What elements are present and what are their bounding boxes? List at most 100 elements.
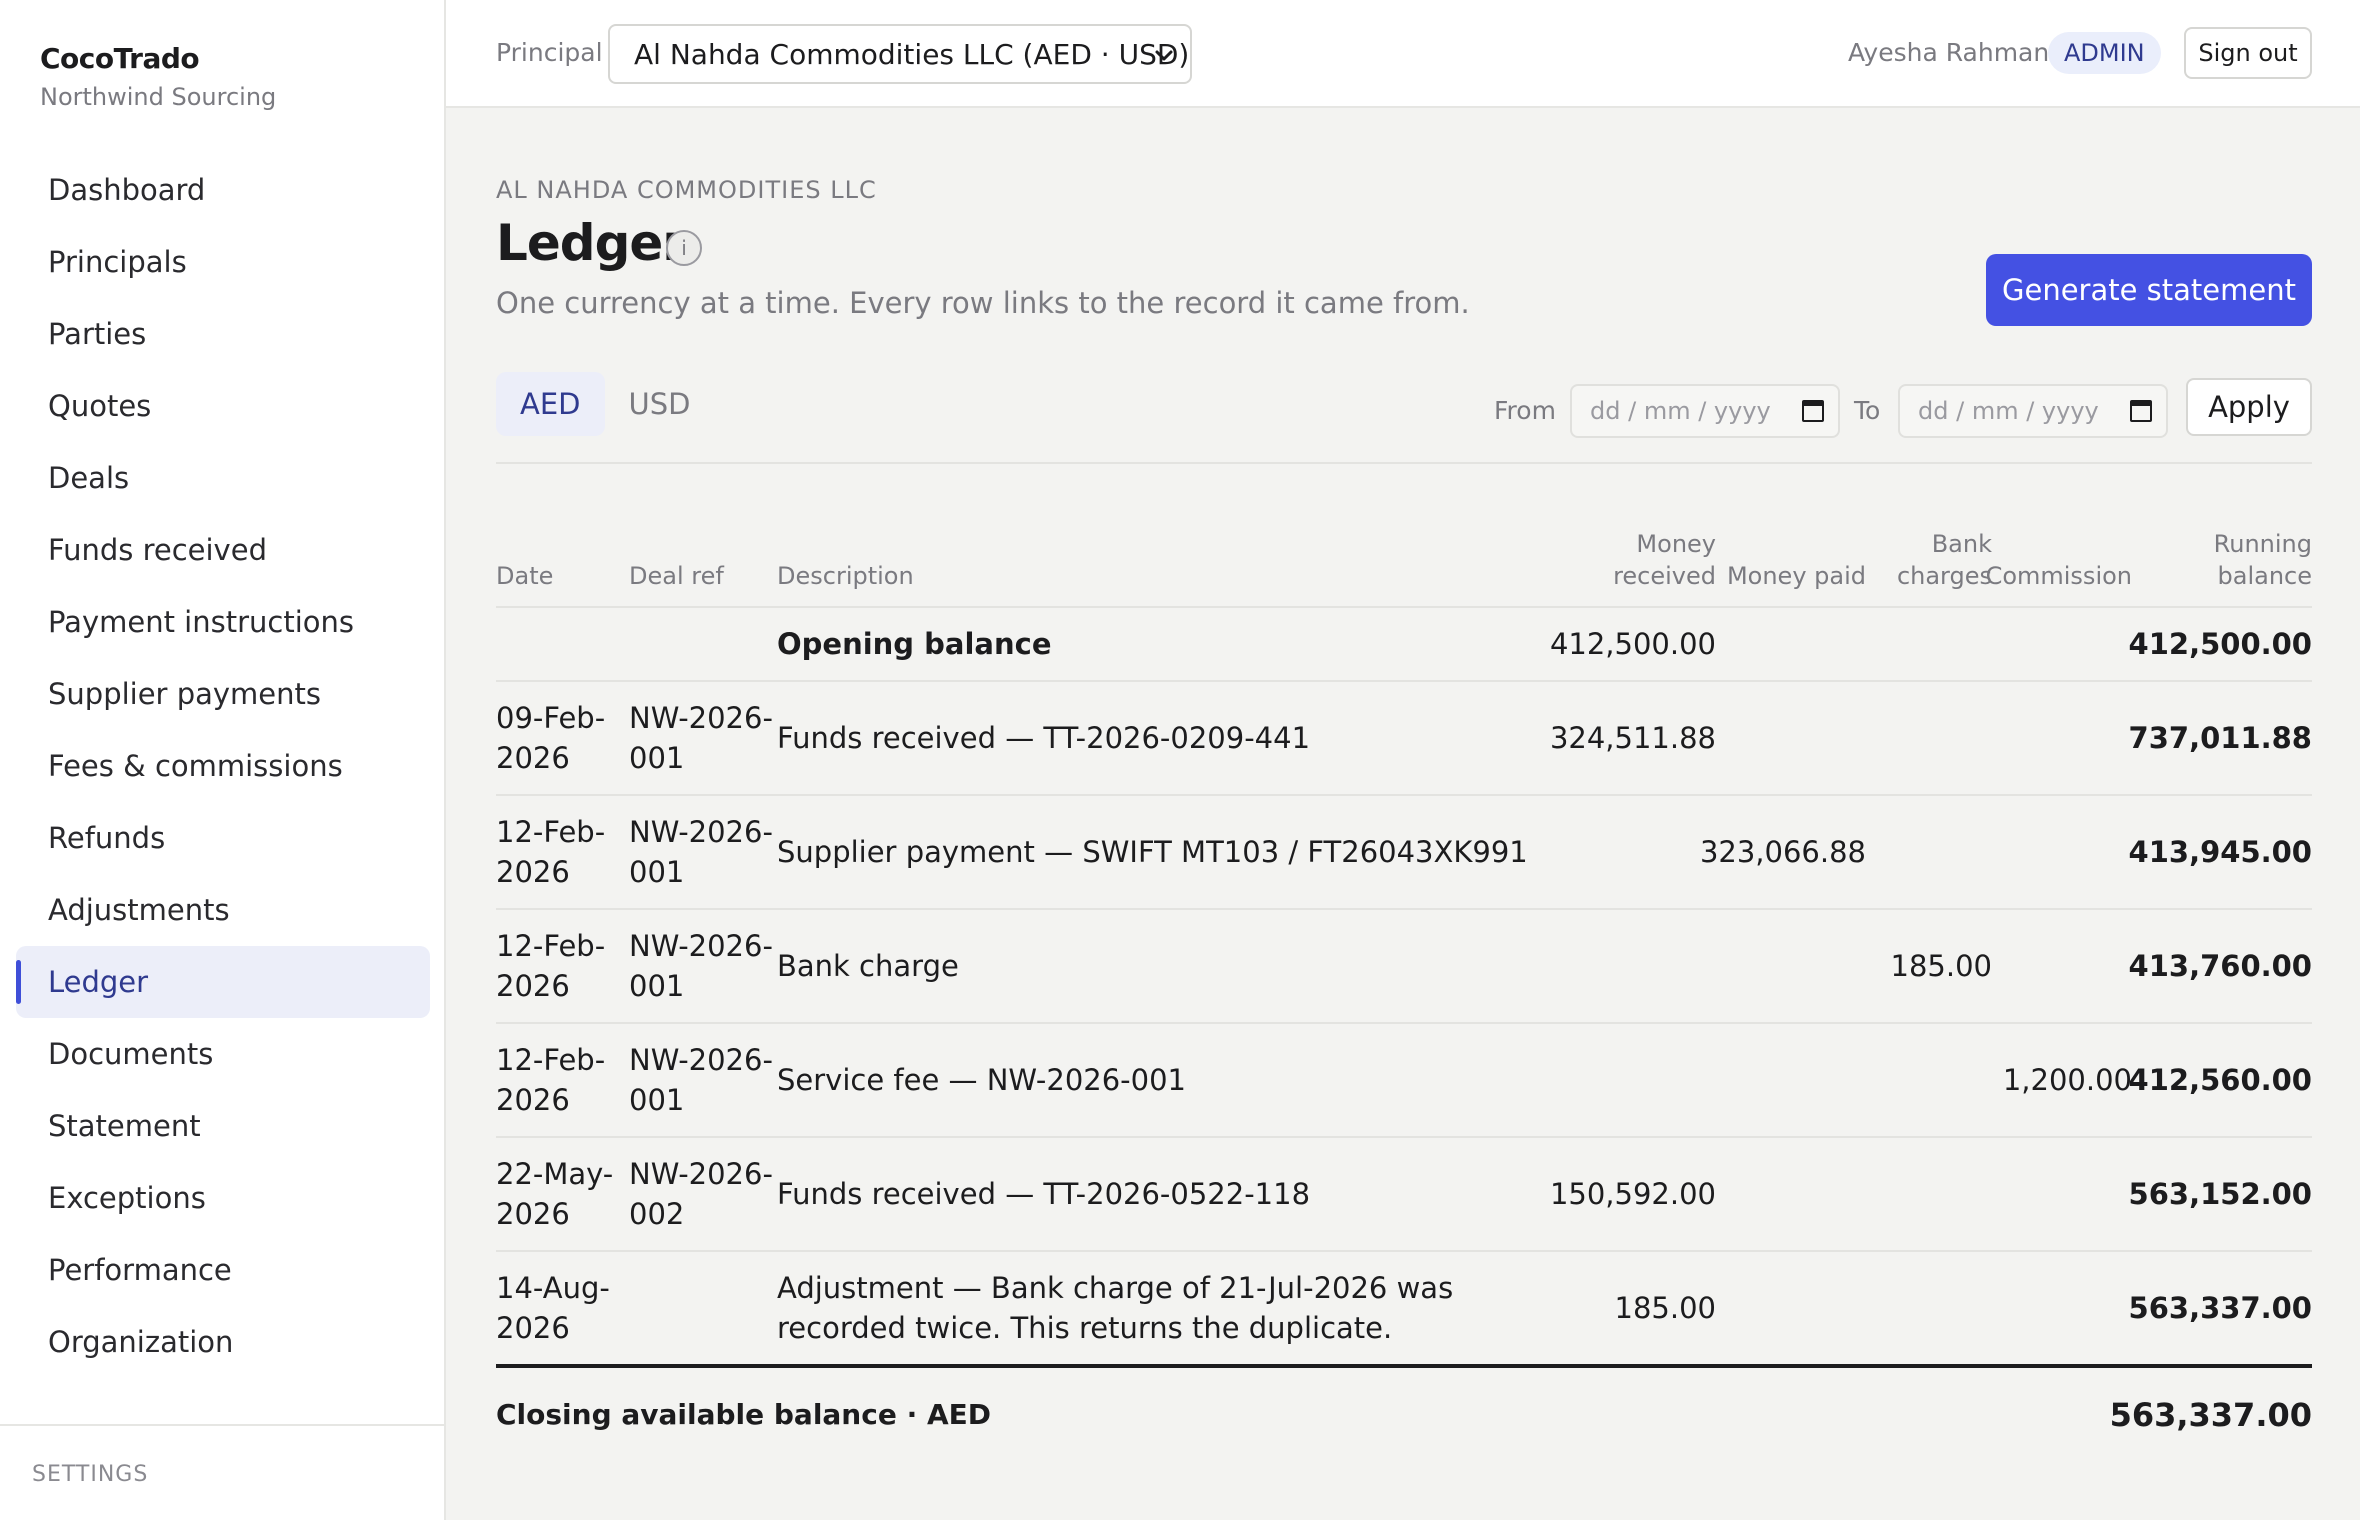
cell-description: Supplier payment — SWIFT MT103 / FT26043… — [777, 835, 1528, 869]
topbar: Principal Al Nahda Commodities LLC (AED … — [446, 0, 2360, 108]
cell-running-balance: 737,011.88 — [2128, 721, 2312, 755]
cell-date: 12-Feb-2026 — [496, 929, 606, 1003]
cell-running-balance: 563,337.00 — [2128, 1291, 2312, 1325]
sidebar-item-funds-received[interactable]: Funds received — [16, 514, 430, 586]
sidebar-item-documents[interactable]: Documents — [16, 1018, 430, 1090]
cell-description: Funds received — TT-2026-0522-118 — [777, 1177, 1311, 1211]
apply-button[interactable]: Apply — [2186, 378, 2312, 436]
filter-divider — [496, 462, 2312, 464]
table-row[interactable]: 22-May-2026 NW-2026-002 Funds received —… — [496, 1138, 2312, 1252]
cell-description: Opening balance — [777, 627, 1052, 661]
sidebar-item-statement[interactable]: Statement — [16, 1090, 430, 1162]
principal-selected-value: Al Nahda Commodities LLC (AED · USD) — [634, 37, 1190, 71]
sidebar: CocoTrado Northwind Sourcing Dashboard P… — [0, 0, 446, 1520]
cell-money-received: 150,592.00 — [1549, 1177, 1716, 1211]
principal-label: Principal — [496, 38, 603, 67]
cell-date: 22-May-2026 — [496, 1157, 614, 1231]
to-label: To — [1854, 396, 1881, 425]
cell-deal-ref: NW-2026-001 — [629, 701, 773, 775]
user-name: Ayesha Rahman — [1848, 38, 2050, 67]
cell-running-balance: 413,945.00 — [2128, 835, 2312, 869]
generate-statement-button[interactable]: Generate statement — [1986, 254, 2312, 326]
sidebar-item-organization[interactable]: Organization — [16, 1306, 430, 1378]
cell-description: Adjustment — Bank charge of 21-Jul-2026 … — [777, 1271, 1454, 1345]
column-header-money-paid: Money paid — [1726, 562, 1866, 590]
sidebar-item-parties[interactable]: Parties — [16, 298, 430, 370]
table-row[interactable]: 12-Feb-2026 NW-2026-001 Supplier payment… — [496, 796, 2312, 910]
column-header-bank-charges: Bank charges — [1896, 530, 1992, 590]
cell-running-balance: 563,152.00 — [2128, 1177, 2312, 1211]
sidebar-item-adjustments[interactable]: Adjustments — [16, 874, 430, 946]
sidebar-item-supplier-payments[interactable]: Supplier payments — [16, 658, 430, 730]
cell-date: 09-Feb-2026 — [496, 701, 606, 775]
info-icon[interactable]: i — [666, 230, 702, 266]
table-header: Date Deal ref Description Money received… — [496, 520, 2312, 608]
sidebar-item-dashboard[interactable]: Dashboard — [16, 154, 430, 226]
ledger-table: Date Deal ref Description Money received… — [496, 520, 2312, 1464]
sidebar-item-exceptions[interactable]: Exceptions — [16, 1162, 430, 1234]
table-row[interactable]: 12-Feb-2026 NW-2026-001 Bank charge 185.… — [496, 910, 2312, 1024]
cell-running-balance: 413,760.00 — [2128, 949, 2312, 983]
cell-money-received: 412,500.00 — [1549, 627, 1716, 661]
sign-out-button[interactable]: Sign out — [2184, 27, 2312, 79]
cell-date: 12-Feb-2026 — [496, 815, 606, 889]
from-date-placeholder: dd / mm / yyyy — [1590, 397, 1771, 425]
brand-subtitle: Northwind Sourcing — [40, 83, 277, 111]
calendar-icon[interactable] — [2130, 400, 2152, 422]
settings-section-label: SETTINGS — [32, 1462, 149, 1487]
column-header-commission: Commission — [1985, 562, 2132, 590]
sidebar-item-ledger[interactable]: Ledger — [16, 946, 430, 1018]
tab-aed[interactable]: AED — [496, 372, 605, 436]
cell-date: 14-Aug-2026 — [496, 1271, 610, 1345]
cell-running-balance: 412,500.00 — [2128, 627, 2312, 661]
table-row[interactable]: 09-Feb-2026 NW-2026-001 Funds received —… — [496, 682, 2312, 796]
principal-select[interactable]: Al Nahda Commodities LLC (AED · USD) — [608, 24, 1192, 84]
table-row[interactable]: 14-Aug-2026 Adjustment — Bank charge of … — [496, 1252, 2312, 1364]
page-title: Ledger — [496, 214, 687, 272]
sidebar-nav: Dashboard Principals Parties Quotes Deal… — [16, 154, 430, 1378]
chevron-down-icon — [1154, 38, 1174, 80]
to-date-input[interactable]: dd / mm / yyyy — [1898, 384, 2168, 438]
cell-commission: 1,200.00 — [2002, 1063, 2132, 1097]
cell-description: Funds received — TT-2026-0209-441 — [777, 721, 1311, 755]
sidebar-item-fees-commissions[interactable]: Fees & commissions — [16, 730, 430, 802]
from-label: From — [1494, 396, 1556, 425]
cell-money-paid: 323,066.88 — [1699, 835, 1866, 869]
role-badge: ADMIN — [2048, 32, 2161, 74]
column-header-date: Date — [496, 562, 554, 590]
sidebar-item-performance[interactable]: Performance — [16, 1234, 430, 1306]
cell-money-received: 324,511.88 — [1549, 721, 1716, 755]
cell-bank-charges: 185.00 — [1890, 949, 1992, 983]
cell-date: 12-Feb-2026 — [496, 1043, 606, 1117]
cell-deal-ref: NW-2026-002 — [629, 1157, 773, 1231]
table-row[interactable]: 12-Feb-2026 NW-2026-001 Service fee — NW… — [496, 1024, 2312, 1138]
column-header-running-balance: Running balance — [2213, 530, 2312, 590]
calendar-icon[interactable] — [1802, 400, 1824, 422]
tab-usd[interactable]: USD — [605, 372, 715, 436]
sidebar-item-quotes[interactable]: Quotes — [16, 370, 430, 442]
sidebar-item-refunds[interactable]: Refunds — [16, 802, 430, 874]
cell-deal-ref: NW-2026-001 — [629, 815, 773, 889]
table-row[interactable]: Opening balance 412,500.00 412,500.00 — [496, 608, 2312, 682]
cell-money-received: 185.00 — [1614, 1291, 1716, 1325]
sidebar-divider — [0, 1424, 446, 1426]
cell-deal-ref: NW-2026-001 — [629, 1043, 773, 1117]
to-date-placeholder: dd / mm / yyyy — [1918, 397, 2099, 425]
currency-tabs: AED USD — [496, 372, 714, 436]
cell-description: Bank charge — [777, 949, 959, 983]
from-date-input[interactable]: dd / mm / yyyy — [1570, 384, 1840, 438]
sidebar-item-payment-instructions[interactable]: Payment instructions — [16, 586, 430, 658]
brand: CocoTrado Northwind Sourcing — [40, 42, 276, 111]
closing-balance-label: Closing available balance · AED — [496, 1398, 992, 1431]
closing-balance-value: 563,337.00 — [2109, 1396, 2312, 1434]
sidebar-item-principals[interactable]: Principals — [16, 226, 430, 298]
cell-deal-ref: NW-2026-001 — [629, 929, 773, 1003]
column-header-money-received: Money received — [1613, 530, 1716, 590]
cell-running-balance: 412,560.00 — [2128, 1063, 2312, 1097]
column-header-description: Description — [777, 562, 914, 590]
cell-description: Service fee — NW-2026-001 — [777, 1063, 1187, 1097]
closing-balance-row: Closing available balance · AED 563,337.… — [496, 1364, 2312, 1464]
principal-eyebrow: AL NAHDA COMMODITIES LLC — [496, 176, 877, 204]
sidebar-item-deals[interactable]: Deals — [16, 442, 430, 514]
brand-name: CocoTrado — [40, 42, 200, 75]
